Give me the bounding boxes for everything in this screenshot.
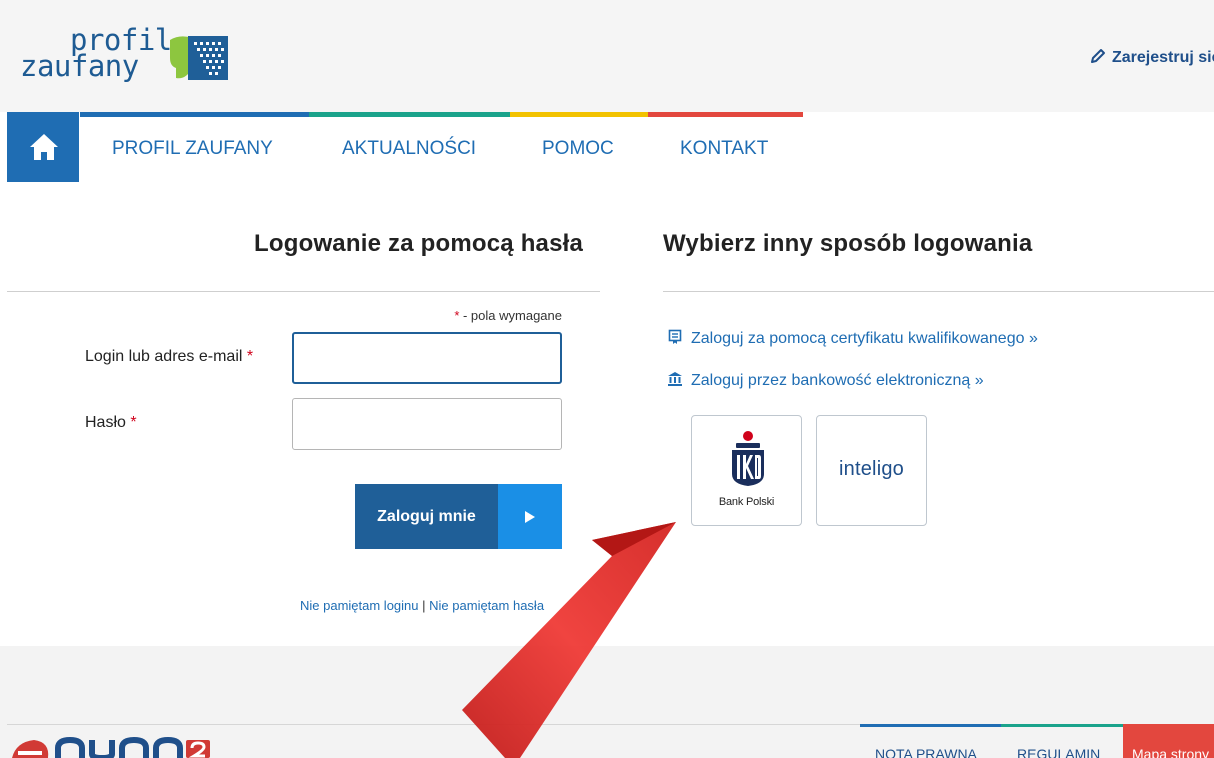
forgot-password-link[interactable]: Nie pamiętam hasła: [429, 598, 544, 613]
logo-mark-icon: [170, 36, 228, 80]
home-button[interactable]: [7, 112, 79, 182]
register-label: Zarejestruj się: [1112, 49, 1214, 66]
login-label: Login lub adres e-mail *: [85, 348, 253, 366]
password-required-star: *: [130, 414, 137, 431]
alternative-divider: [663, 291, 1214, 292]
pko-logo-icon: [732, 431, 764, 486]
login-heading: Logowanie za pomocą hasła: [254, 230, 584, 257]
bank-icon: [668, 372, 682, 386]
nav-item-pomoc[interactable]: Pomoc: [542, 138, 614, 160]
profil-zaufany-logo[interactable]: profil zaufany: [20, 26, 235, 92]
footer-divider: [7, 724, 860, 725]
nav-stripe-yellow: [510, 112, 648, 117]
password-label-text: Hasło: [85, 414, 126, 431]
password-input[interactable]: [292, 398, 562, 450]
password-label: Hasło *: [85, 414, 137, 432]
login-button[interactable]: Zaloguj mnie: [355, 484, 562, 549]
required-fields-note: * - pola wymagane: [440, 308, 562, 323]
play-arrow-icon: [498, 484, 562, 549]
login-input[interactable]: [292, 332, 562, 384]
alternative-login-heading: Wybierz inny sposób logowania: [663, 230, 1033, 257]
home-icon: [30, 134, 58, 160]
footer-stripe-green: [1001, 724, 1123, 727]
forgot-separator: |: [422, 598, 426, 613]
inteligo-logo-text: inteligo: [839, 458, 904, 480]
login-required-star: *: [246, 348, 254, 365]
bank-tile-pko[interactable]: Bank Polski: [691, 415, 802, 526]
footer-link-nota-prawna[interactable]: Nota prawna: [875, 746, 977, 758]
bank-login-link[interactable]: Zaloguj przez bankowość elektroniczną »: [667, 371, 984, 390]
footer-link-regulamin[interactable]: Regulamin: [1017, 746, 1100, 758]
nav-stripe-blue: [80, 112, 309, 117]
nav-stripe-red: [648, 112, 803, 117]
footer-stripe-blue: [860, 724, 1001, 727]
nav-item-kontakt[interactable]: Kontakt: [680, 138, 768, 160]
login-label-text: Login lub adres e-mail: [85, 348, 243, 365]
footer-link-mapa-strony[interactable]: Mapa strony: [1123, 724, 1214, 758]
pko-bank-label: Bank Polski: [718, 496, 775, 508]
nav-item-profil-zaufany[interactable]: Profil Zaufany: [112, 138, 273, 160]
forgot-links: Nie pamiętam loginu | Nie pamiętam hasła: [300, 598, 544, 613]
logo-text-zaufany: zaufany: [20, 49, 139, 83]
nav-stripe-green: [309, 112, 510, 117]
certificate-icon: [668, 329, 682, 344]
forgot-login-link[interactable]: Nie pamiętam loginu: [300, 598, 419, 613]
certificate-login-link[interactable]: Zaloguj za pomocą certyfikatu kwalifikow…: [667, 329, 1038, 348]
login-divider: [7, 291, 600, 292]
certificate-login-text: Zaloguj za pomocą certyfikatu kwalifikow…: [691, 330, 1038, 347]
nav-item-aktualnosci[interactable]: Aktualności: [342, 138, 476, 160]
pencil-icon: [1091, 49, 1105, 63]
required-note-text: - pola wymagane: [459, 308, 562, 323]
login-button-label: Zaloguj mnie: [355, 484, 498, 549]
register-link[interactable]: Zarejestruj się: [1090, 48, 1214, 67]
bank-tile-inteligo[interactable]: inteligo: [816, 415, 927, 526]
bank-login-text: Zaloguj przez bankowość elektroniczną »: [691, 372, 984, 389]
epuap-logo-icon[interactable]: [10, 734, 210, 758]
footer-link-mapa-strony-label: Mapa strony: [1132, 746, 1210, 758]
